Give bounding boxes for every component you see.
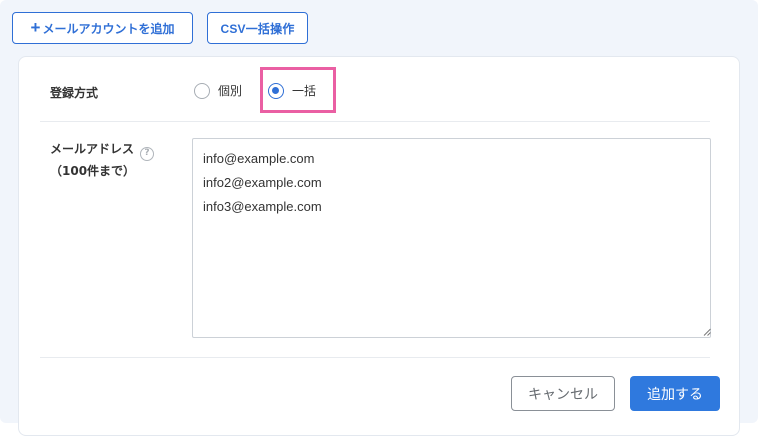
registration-method-label: 登録方式: [50, 86, 99, 100]
resize-handle-icon[interactable]: [703, 328, 711, 336]
registration-form-card: 登録方式 個別 一括 メールアドレス? （100件まで） info@exampl…: [18, 56, 740, 436]
email-address-row: メールアドレス? （100件まで）: [40, 121, 711, 358]
registration-method-row: 登録方式 個別 一括: [40, 65, 710, 122]
email-address-textarea[interactable]: [192, 138, 711, 338]
csv-bulk-operation-button[interactable]: CSV一括操作: [207, 12, 308, 44]
add-mail-account-label: メールアカウントを追加: [42, 21, 175, 36]
radio-individual-label: 個別: [218, 84, 243, 98]
plus-icon: +: [30, 18, 41, 37]
email-limit-label: （100件まで）: [50, 164, 136, 178]
radio-individual-circle[interactable]: [194, 82, 210, 99]
add-submit-button[interactable]: 追加する: [630, 376, 720, 411]
email-address-label-text: メールアドレス: [50, 142, 135, 156]
add-mail-account-button[interactable]: + メールアカウントを追加: [12, 12, 193, 44]
csv-bulk-operation-label: CSV一括操作: [220, 21, 295, 36]
radio-individual[interactable]: 個別: [194, 82, 242, 99]
help-icon[interactable]: ?: [140, 146, 155, 161]
app-panel: + メールアカウントを追加 CSV一括操作 登録方式 個別 一括 メールアドレス…: [0, 0, 758, 436]
cancel-button[interactable]: キャンセル: [511, 376, 615, 411]
email-address-label: メールアドレス?: [50, 139, 155, 161]
highlight-annotation-box: [260, 67, 336, 113]
